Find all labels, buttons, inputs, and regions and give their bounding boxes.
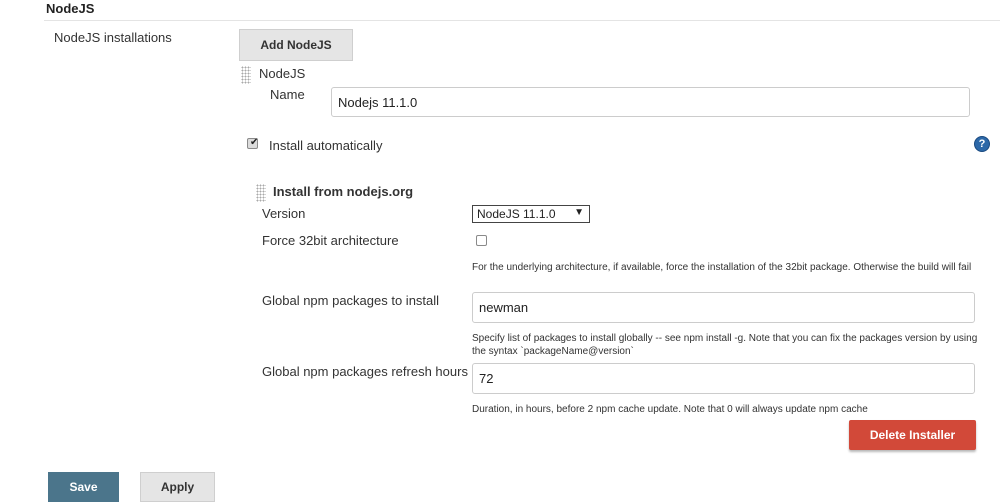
delete-installer-button[interactable]: Delete Installer: [849, 420, 976, 450]
drag-handle-icon[interactable]: [241, 66, 251, 84]
question-mark-icon[interactable]: ?: [974, 136, 990, 152]
add-nodejs-button[interactable]: Add NodeJS: [239, 29, 353, 61]
installation-header: NodeJS: [259, 66, 306, 81]
version-selected-value: NodeJS 11.1.0: [477, 207, 556, 221]
nodejs-installations-label: NodeJS installations: [54, 30, 172, 45]
force-32bit-checkbox[interactable]: [476, 235, 487, 246]
install-automatically-checkbox[interactable]: ✔: [247, 137, 258, 149]
apply-button[interactable]: Apply: [140, 472, 215, 502]
version-label: Version: [262, 206, 306, 221]
npm-packages-help-text: Specify list of packages to install glob…: [472, 333, 978, 357]
version-select[interactable]: NodeJS 11.1.0 ▼: [472, 205, 590, 223]
npm-packages-input[interactable]: [472, 292, 975, 323]
section-divider: [44, 20, 1000, 21]
name-label: Name: [270, 87, 305, 102]
name-input[interactable]: [331, 87, 970, 117]
npm-packages-label: Global npm packages to install: [262, 293, 440, 308]
installer-drag-handle-icon[interactable]: [256, 184, 266, 202]
force-32bit-label: Force 32bit architecture: [262, 233, 399, 248]
dropdown-arrow-icon: ▼: [574, 207, 584, 218]
npm-refresh-hours-input[interactable]: [472, 363, 975, 394]
section-title: NodeJS: [46, 1, 95, 16]
npm-refresh-hours-help-text: Duration, in hours, before 2 npm cache u…: [472, 404, 868, 415]
install-automatically-label: Install automatically: [269, 138, 383, 153]
npm-refresh-hours-label: Global npm packages refresh hours: [262, 364, 468, 379]
force-32bit-help-text: For the underlying architecture, if avai…: [472, 262, 972, 273]
save-button[interactable]: Save: [48, 472, 119, 502]
installer-header: Install from nodejs.org: [273, 184, 414, 199]
